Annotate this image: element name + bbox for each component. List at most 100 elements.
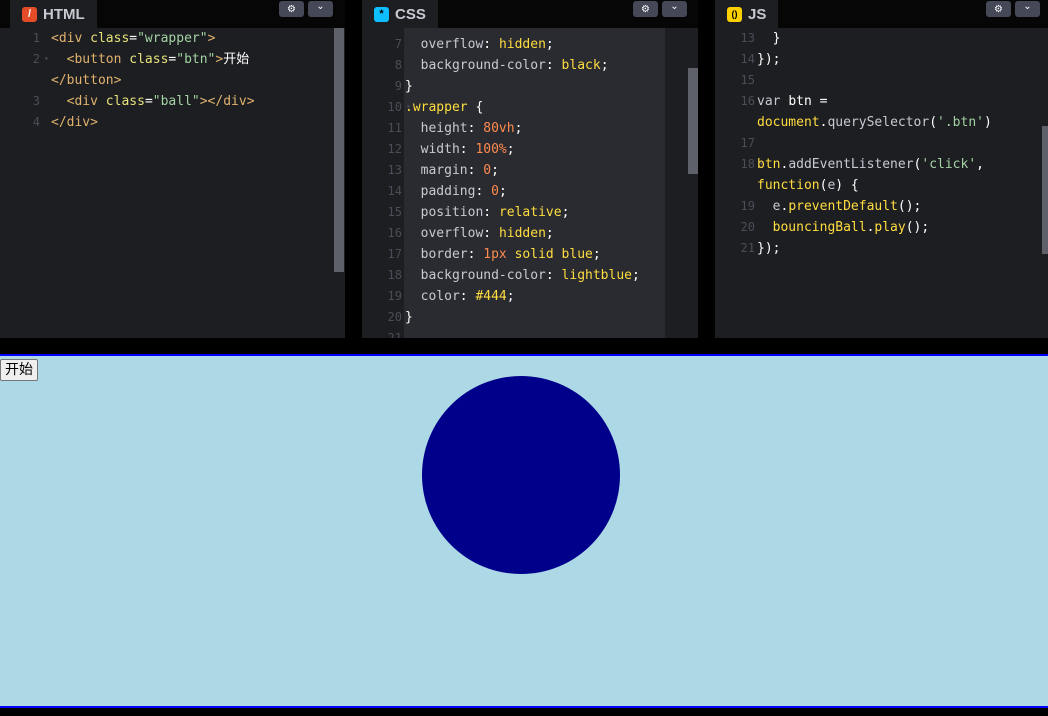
code-line: 19 e.preventDefault(); [715, 196, 1048, 217]
line-number: 11 [387, 121, 402, 135]
code-text: }); [757, 49, 780, 70]
code-token: ; [491, 163, 499, 178]
line-number: 7 [394, 37, 402, 51]
html-panel: / HTML ⚙ ⌄ 1 <div class="wrapper"> 2 ▾ <but… [0, 0, 345, 338]
code-token: 开始 [223, 52, 250, 67]
css-scroll-thumb[interactable] [688, 68, 698, 174]
editor-area: / HTML ⚙ ⌄ 1 <div class="wrapper"> 2 ▾ <but… [0, 0, 1048, 338]
line-number: 20 [740, 220, 755, 234]
css-collapse-button[interactable]: ⌄ [662, 1, 687, 17]
line-number: 21 [740, 241, 755, 255]
html-icon: / [22, 6, 37, 22]
code-line: 18 ▾ btn.addEventListener('click', [715, 154, 1048, 175]
html-scroll-thumb[interactable] [334, 28, 344, 272]
code-line: 17 [715, 133, 1048, 154]
js-icon: () [727, 6, 742, 22]
code-line: 20} [362, 307, 698, 328]
line-number: 17 [740, 136, 755, 150]
code-token: : [483, 37, 499, 52]
line-number: 16 [740, 94, 755, 108]
tab-js[interactable]: () JS [715, 0, 779, 28]
code-token: 0 [483, 163, 492, 178]
code-line: 13 } [715, 28, 1048, 49]
code-token: : [459, 142, 476, 157]
js-code-editor[interactable]: 13 } 14}); 15 16 var btn = document.querySele… [715, 28, 1048, 338]
code-token: ) { [835, 178, 859, 193]
gear-icon: ⚙ [287, 3, 296, 15]
code-token: { [467, 100, 484, 115]
code-line: 19 color: #444; [362, 286, 698, 307]
code-line: 9} [362, 76, 698, 97]
code-text: var btn = [757, 91, 827, 112]
code-text: padding: 0; [405, 181, 507, 202]
html-code-editor[interactable]: 1 <div class="wrapper"> 2 ▾ <button class="… [0, 28, 345, 338]
js-scrollbar[interactable] [1042, 28, 1048, 338]
js-collapse-button[interactable]: ⌄ [1015, 1, 1040, 17]
code-token: = [129, 31, 138, 46]
code-token: btn [788, 94, 820, 109]
tab-html[interactable]: / HTML [10, 0, 97, 28]
start-button[interactable]: 开始 [0, 359, 38, 381]
css-scrollbar[interactable] [688, 28, 698, 338]
code-token: btn [757, 157, 781, 172]
code-token: ; [498, 184, 507, 199]
line-number: 17 [387, 247, 402, 261]
code-token: overflow [405, 226, 484, 241]
code-line: 10 ▾ .wrapper { [362, 97, 698, 118]
code-text: <button class="btn">开始 [51, 49, 250, 70]
code-text: <div class="ball"></div> [51, 91, 255, 112]
code-token: class [129, 52, 169, 67]
code-token: height [405, 121, 468, 136]
js-settings-button[interactable]: ⚙ [986, 1, 1011, 17]
line-number: 19 [387, 289, 402, 303]
code-token: var [757, 94, 789, 109]
code-text: btn.addEventListener('click', [757, 154, 984, 175]
code-token: width [405, 142, 460, 157]
fold-arrow-icon[interactable]: ▾ [44, 48, 49, 69]
ball [422, 376, 620, 574]
code-line: 8 background-color: black; [362, 55, 698, 76]
line-number: 10 [387, 100, 402, 114]
line-number: 2 [32, 52, 40, 66]
code-token: lightblue [561, 268, 632, 283]
chevron-down-icon: ⌄ [1023, 0, 1032, 12]
js-scroll-thumb[interactable] [1042, 126, 1048, 254]
code-token: ; [592, 247, 601, 262]
code-token: , [976, 157, 984, 172]
code-token: querySelector [827, 115, 930, 130]
code-token: }); [757, 52, 781, 67]
code-token: : [483, 226, 499, 241]
line-number: 9 [394, 79, 402, 93]
code-token: .wrapper [405, 100, 468, 115]
code-text: function(e) { [757, 175, 859, 196]
css-settings-button[interactable]: ⚙ [633, 1, 658, 17]
code-token: ; [545, 37, 554, 52]
html-settings-button[interactable]: ⚙ [279, 1, 304, 17]
line-number: 13 [740, 31, 755, 45]
code-text: .wrapper { [405, 97, 483, 118]
code-line: 21 [362, 328, 698, 338]
code-token: class [90, 31, 130, 46]
code-text: background-color: lightblue; [405, 265, 640, 286]
code-token: : [483, 205, 499, 220]
css-icon: * [374, 6, 389, 22]
code-text: </button> [51, 70, 121, 91]
js-panel-header: () JS ⚙ ⌄ [715, 0, 1048, 28]
code-token: '.btn' [937, 115, 984, 130]
code-text: }); [757, 238, 780, 259]
preview-divider[interactable] [0, 338, 1048, 354]
tab-css[interactable]: * CSS [362, 0, 438, 28]
code-token: = [144, 94, 153, 109]
code-line: 21}); [715, 238, 1048, 259]
html-scrollbar[interactable] [334, 28, 344, 338]
code-line: 15 [715, 70, 1048, 91]
html-collapse-button[interactable]: ⌄ [308, 1, 333, 17]
line-number: 14 [740, 52, 755, 66]
code-token: (); [905, 220, 930, 235]
gear-icon: ⚙ [641, 3, 650, 15]
code-line: 15 position: relative; [362, 202, 698, 223]
code-token: background-color [405, 58, 546, 73]
css-code-editor[interactable]: 7 overflow: hidden; 8 background-color: b… [362, 34, 698, 338]
chevron-down-icon: ⌄ [316, 0, 325, 12]
code-line: 14 padding: 0; [362, 181, 698, 202]
